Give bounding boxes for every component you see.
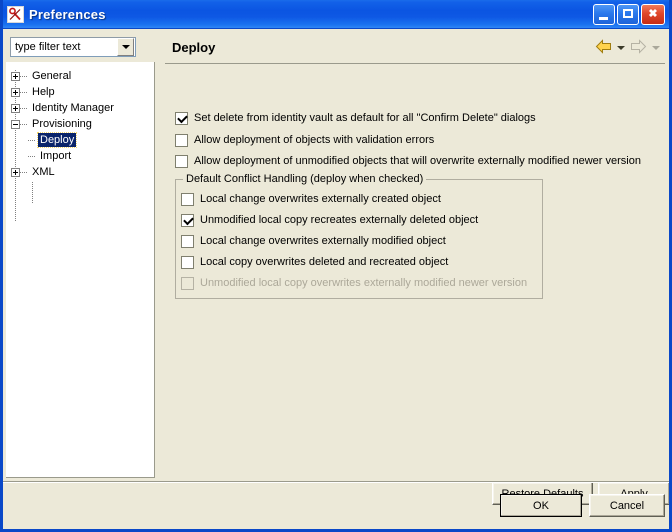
page-title: Deploy <box>172 40 216 55</box>
title-separator <box>165 63 665 64</box>
checkbox-label: Local change overwrites externally modif… <box>200 235 446 247</box>
sidebar-item-provisioning[interactable]: Provisioning <box>6 116 154 132</box>
page-navigation-toolbar <box>595 39 663 57</box>
check-icon <box>177 112 188 124</box>
checkbox-label: Allow deployment of objects with validat… <box>194 134 435 146</box>
back-dropdown-icon[interactable] <box>617 46 625 50</box>
window-title: Preferences <box>29 6 106 22</box>
checkbox-set-delete-default[interactable] <box>175 112 188 125</box>
tree-connector <box>20 107 28 109</box>
checkbox-label: Unmodified local copy recreates external… <box>200 214 479 226</box>
sidebar-item-label: Import <box>40 150 72 162</box>
expand-icon[interactable] <box>11 87 20 97</box>
group-legend: Default Conflict Handling (deploy when c… <box>183 173 427 185</box>
close-button[interactable]: ✖ <box>641 3 665 25</box>
tree-connector <box>20 75 28 77</box>
navigation-pane: type filter text General Help Identity M… <box>6 32 155 478</box>
checkbox-label: Local change overwrites externally creat… <box>200 193 441 205</box>
tree-connector <box>28 155 36 157</box>
preferences-dialog: Preferences ✖ type filter text General H… <box>0 0 672 532</box>
dialog-body: type filter text General Help Identity M… <box>3 29 669 517</box>
checkbox-row-local-change-created[interactable]: Local change overwrites externally creat… <box>181 193 441 206</box>
sidebar-item-label: XML <box>32 166 55 178</box>
footer-separator-highlight <box>3 482 669 483</box>
checkbox-row-local-change-modified[interactable]: Local change overwrites externally modif… <box>181 235 446 248</box>
sidebar-item-identity-manager[interactable]: Identity Manager <box>6 100 154 116</box>
window-controls: ✖ <box>593 3 665 25</box>
checkbox-local-change-overwrites-created[interactable] <box>181 193 194 206</box>
sidebar-item-label: Deploy <box>36 132 78 148</box>
back-arrow-icon[interactable] <box>595 39 612 57</box>
checkbox-row-local-copy-deleted-recreated[interactable]: Local copy overwrites deleted and recrea… <box>181 256 448 269</box>
checkbox-local-copy-overwrites-deleted-recreated[interactable] <box>181 256 194 269</box>
checkbox-row-unmodified-overwrites-newer: Unmodified local copy overwrites externa… <box>181 277 527 290</box>
preferences-tree[interactable]: General Help Identity Manager Provisioni… <box>6 62 155 478</box>
ok-button[interactable]: OK <box>500 494 582 517</box>
title-bar: Preferences ✖ <box>3 0 669 29</box>
preferences-icon <box>7 5 24 23</box>
sidebar-item-import[interactable]: Import <box>6 148 154 164</box>
forward-arrow-icon <box>630 39 647 57</box>
tree-connector <box>20 123 28 125</box>
checkbox-allow-unmodified-overwrite[interactable] <box>175 155 188 168</box>
checkbox-row-allow-unmodified-overwrite[interactable]: Allow deployment of unmodified objects t… <box>175 155 641 168</box>
sidebar-item-label: General <box>32 70 72 82</box>
checkbox-allow-validation-errors[interactable] <box>175 134 188 147</box>
checkbox-unmodified-recreates-deleted[interactable] <box>181 214 194 227</box>
expand-icon[interactable] <box>11 103 20 113</box>
expand-icon[interactable] <box>11 71 20 81</box>
sidebar-item-label: Help <box>32 86 55 98</box>
sidebar-item-general[interactable]: General <box>6 68 154 84</box>
sidebar-item-label: Provisioning <box>32 118 92 130</box>
collapse-icon[interactable] <box>11 119 20 129</box>
minimize-button[interactable] <box>593 3 615 25</box>
maximize-button[interactable] <box>617 3 639 25</box>
preference-page: Deploy Set delete from identity vault as… <box>158 29 669 505</box>
maximize-icon <box>623 8 633 18</box>
checkbox-row-unmodified-recreates-deleted[interactable]: Unmodified local copy recreates external… <box>181 214 478 227</box>
checkbox-label: Allow deployment of unmodified objects t… <box>194 155 641 167</box>
expand-icon[interactable] <box>11 167 20 177</box>
filter-input[interactable]: type filter text <box>11 41 117 53</box>
checkbox-row-allow-validation-errors[interactable]: Allow deployment of objects with validat… <box>175 134 434 147</box>
tree-connector <box>20 91 28 93</box>
checkbox-row-set-delete-default[interactable]: Set delete from identity vault as defaul… <box>175 112 536 125</box>
default-conflict-handling-group: Default Conflict Handling (deploy when c… <box>175 173 543 299</box>
filter-dropdown-button[interactable] <box>117 38 134 56</box>
check-icon <box>183 214 194 226</box>
chevron-down-icon <box>121 45 130 49</box>
sidebar-item-xml[interactable]: XML <box>6 164 154 180</box>
close-icon: ✖ <box>648 7 658 20</box>
cancel-button[interactable]: Cancel <box>589 494 665 517</box>
tree-connector <box>28 139 36 141</box>
sidebar-item-deploy[interactable]: Deploy <box>6 132 154 148</box>
tree-child-line <box>32 182 33 204</box>
checkbox-local-change-overwrites-modified[interactable] <box>181 235 194 248</box>
checkbox-label: Local copy overwrites deleted and recrea… <box>200 256 449 268</box>
checkbox-unmodified-overwrites-newer <box>181 277 194 290</box>
sidebar-item-label: Identity Manager <box>32 102 114 114</box>
filter-combo[interactable]: type filter text <box>10 37 136 57</box>
checkbox-label: Unmodified local copy overwrites externa… <box>200 277 528 289</box>
checkbox-label: Set delete from identity vault as defaul… <box>194 112 536 124</box>
forward-dropdown-icon <box>652 46 660 50</box>
tree-connector <box>20 171 28 173</box>
sidebar-item-help[interactable]: Help <box>6 84 154 100</box>
minimize-icon <box>599 16 608 20</box>
